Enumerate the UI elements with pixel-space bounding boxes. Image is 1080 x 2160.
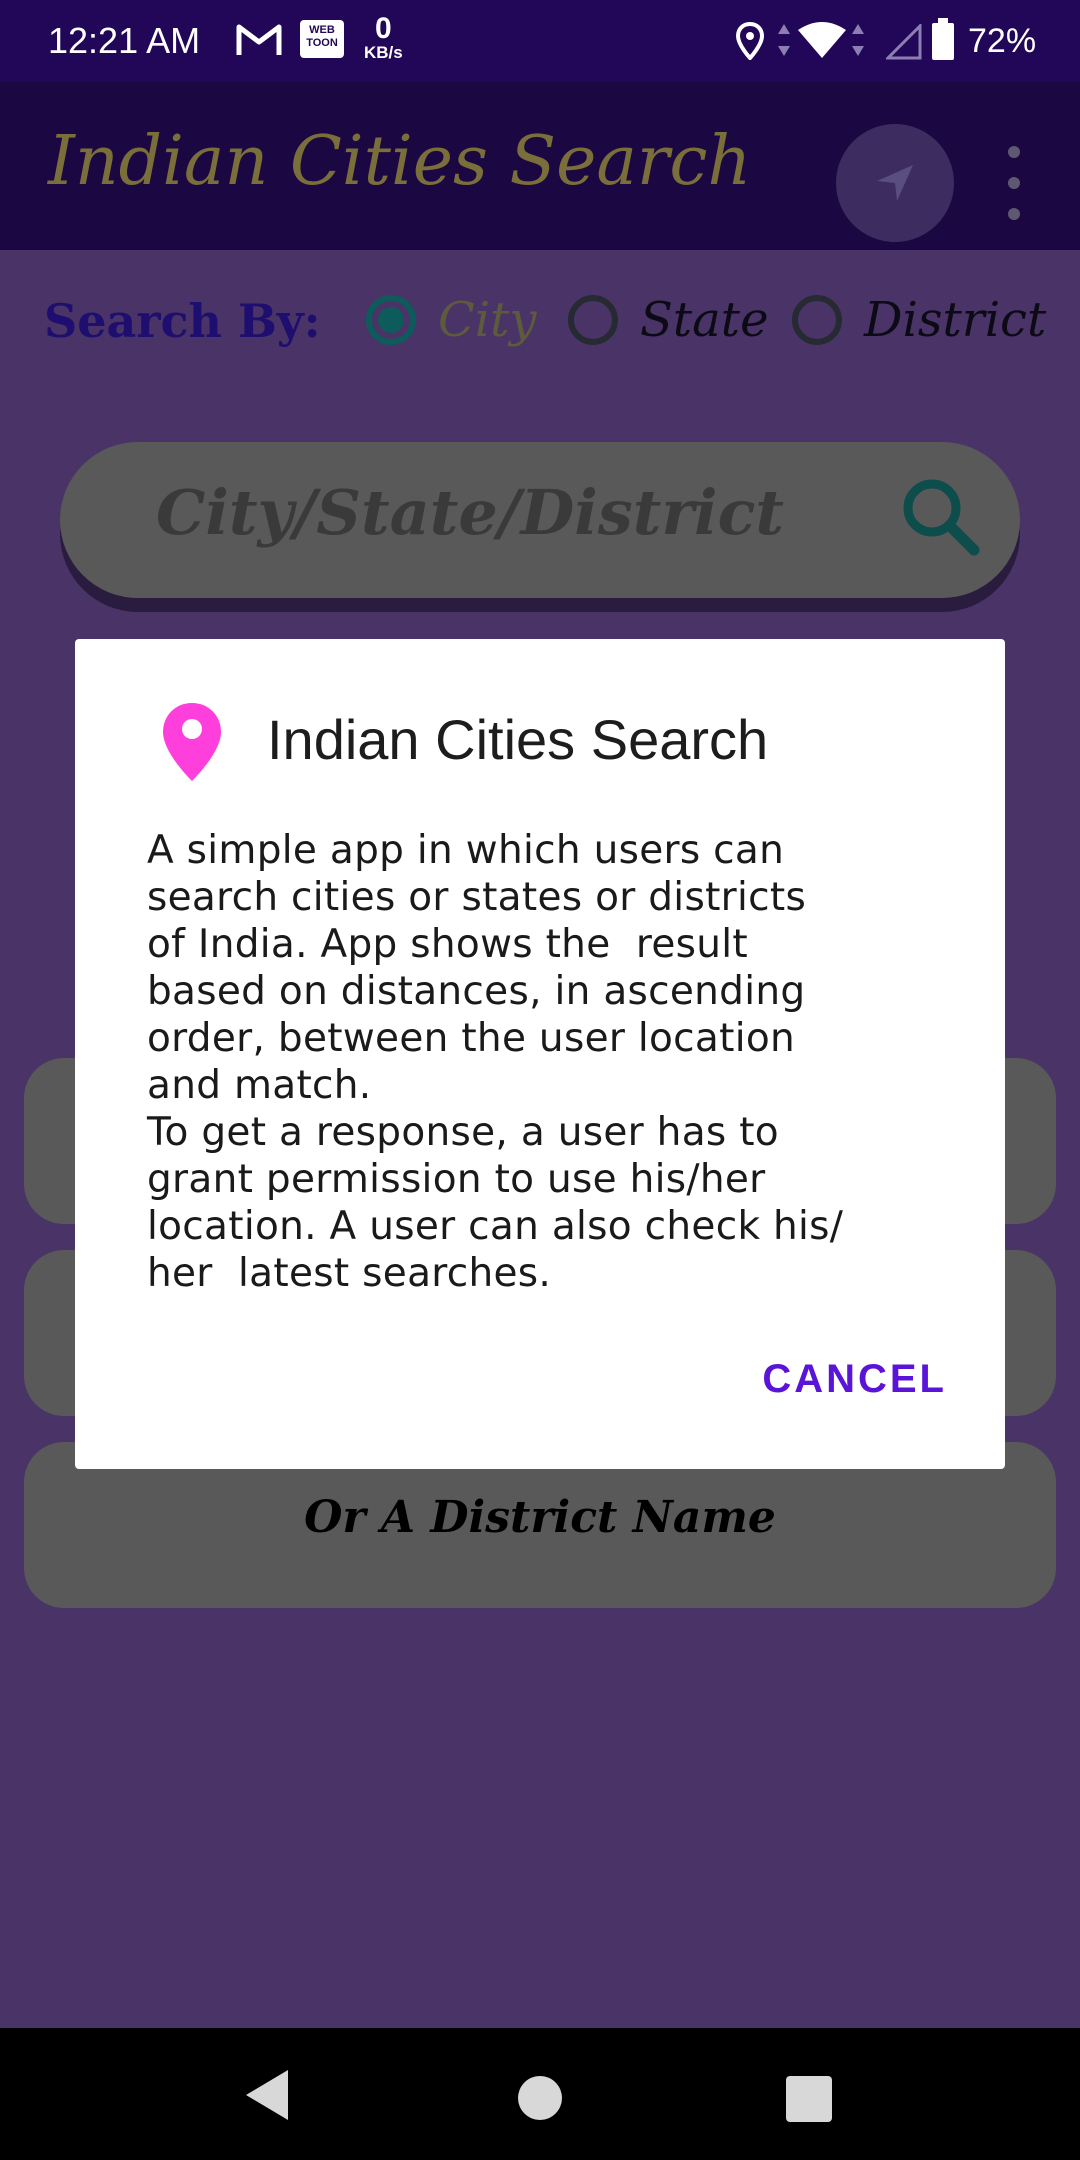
navigation-button[interactable] <box>836 124 954 242</box>
more-vert-icon-dot <box>1008 208 1020 220</box>
data-arrows-icon-2 <box>852 24 864 56</box>
radio-city[interactable]: City <box>366 292 536 348</box>
system-nav-bar <box>0 2028 1080 2160</box>
status-bar: 12:21 AM WEB TOON 0 KB/s 72% <box>0 0 1080 82</box>
location-pin-icon <box>163 703 221 781</box>
home-icon[interactable] <box>518 2076 562 2120</box>
data-arrows-icon <box>778 24 790 56</box>
battery-percent: 72% <box>968 22 1037 60</box>
radio-city-label: City <box>438 292 537 348</box>
radio-circle <box>568 295 618 345</box>
radio-state-label: State <box>640 292 769 348</box>
app-toolbar: Indian Cities Search <box>0 82 1080 250</box>
net-speed-value: 0 <box>375 12 392 45</box>
battery-icon <box>932 18 954 60</box>
net-speed-unit: KB/s <box>364 43 403 62</box>
search-by-label: Search By: <box>44 294 321 348</box>
search-icon[interactable] <box>896 472 986 562</box>
location-icon <box>736 22 764 60</box>
radio-district-label: District <box>864 292 1047 348</box>
search-placeholder: City/State/District <box>156 476 784 549</box>
radio-circle-checked <box>366 295 416 345</box>
dialog-message: A simple app in which users can search c… <box>147 828 844 1296</box>
radio-district[interactable]: District <box>792 292 1046 348</box>
hint-card-text: Or A District Name <box>304 1492 776 1543</box>
navigation-arrow-icon <box>877 165 913 201</box>
app-title: Indian Cities Search <box>48 122 752 201</box>
recents-icon[interactable] <box>786 2076 832 2122</box>
webtoon-icon: WEB TOON <box>300 20 344 58</box>
cancel-button[interactable]: CANCEL <box>762 1357 947 1402</box>
overflow-menu-button[interactable] <box>996 138 1032 228</box>
about-dialog: Indian Cities Search A simple app in whi… <box>75 639 1005 1469</box>
network-speed: 0 KB/s <box>364 12 403 62</box>
more-vert-icon-dot <box>1008 146 1020 158</box>
radio-state[interactable]: State <box>568 292 768 348</box>
status-time: 12:21 AM <box>48 20 201 61</box>
back-icon[interactable] <box>244 2068 290 2122</box>
search-input[interactable]: City/State/District <box>60 442 1020 598</box>
radio-circle <box>792 295 842 345</box>
wifi-icon <box>798 22 846 58</box>
gmail-icon <box>236 24 282 55</box>
more-vert-icon-dot <box>1008 177 1020 189</box>
dialog-title: Indian Cities Search <box>267 708 769 771</box>
signal-icon <box>886 24 922 60</box>
